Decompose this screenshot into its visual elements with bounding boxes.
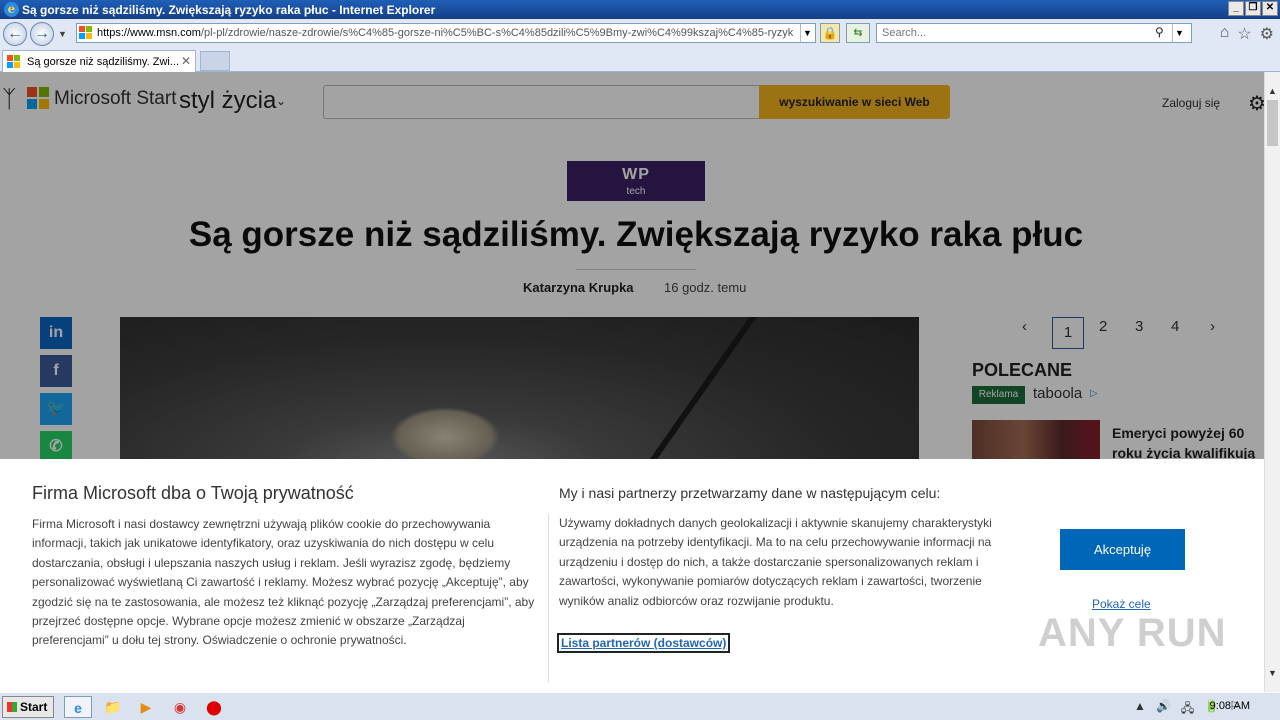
clock[interactable]: 9:08 AM: [1210, 700, 1250, 712]
banner-divider: [548, 514, 549, 682]
forward-button[interactable]: →: [30, 21, 54, 46]
taskbar-media-player-icon[interactable]: ▶: [132, 696, 160, 718]
purpose-body: Używamy dokładnych danych geolokalizacji…: [559, 516, 992, 608]
search-dropdown-icon[interactable]: ▼: [1172, 24, 1186, 42]
partners-list-link[interactable]: Lista partnerów (dostawców): [557, 633, 731, 653]
taskbar-stop-icon[interactable]: ⬤: [200, 696, 228, 718]
minimize-button[interactable]: _: [1228, 1, 1244, 16]
scroll-down-icon[interactable]: ▼: [1268, 668, 1277, 678]
taskbar-explorer-icon[interactable]: 📁: [99, 696, 127, 718]
close-window-button[interactable]: ✕: [1262, 1, 1278, 16]
network-icon[interactable]: 🖧: [1181, 699, 1194, 720]
modal-overlay: [0, 72, 1264, 459]
accept-button[interactable]: Akceptuję: [1060, 529, 1185, 570]
tab-title: Są gorsze niż sądziliśmy. Zwi...: [27, 55, 180, 68]
url-path: /pl-pl/zdrowie/nasze-zdrowie/s%C4%85-gor…: [200, 27, 794, 39]
tools-gear-icon[interactable]: ⚙: [1260, 24, 1274, 44]
browser-search-input[interactable]: [876, 23, 1192, 43]
tab-bar: Są gorsze niż sądziliśmy. Zwi... ✕: [0, 48, 1280, 72]
url-host: https://www.msn.com: [97, 27, 201, 39]
tab-active[interactable]: Są gorsze niż sądziliśmy. Zwi... ✕: [2, 50, 196, 72]
taskbar-ie-icon[interactable]: e: [64, 696, 92, 718]
tab-favicon-icon: [7, 54, 21, 69]
address-bar[interactable]: https://www.msn.com/pl-pl/zdrowie/nasze-…: [76, 23, 816, 43]
privacy-banner: Firma Microsoft dba o Twoją prywatność F…: [0, 459, 1264, 692]
restore-button[interactable]: ❐: [1245, 1, 1261, 16]
start-button[interactable]: Start: [2, 696, 54, 718]
close-tab-icon[interactable]: ✕: [181, 54, 191, 68]
internet-explorer-icon: e: [4, 2, 19, 17]
tray-expand-icon[interactable]: ▲: [1134, 699, 1146, 720]
page-viewport: ᛉ Microsoft Start styl życia ⌄ wyszukiwa…: [0, 72, 1264, 692]
taskbar-chrome-icon[interactable]: ◉: [166, 696, 194, 718]
taskbar: Start e 📁 ▶ ◉ ⬤ ▲ 🔊 🖧 🔋 ⚐ 9:08 AM: [0, 692, 1280, 720]
page-scrollbar[interactable]: ▲ ▼: [1264, 72, 1280, 692]
back-button[interactable]: ←: [3, 21, 27, 46]
purpose-title: My i nasi partnerzy przetwarzamy dane w …: [559, 485, 941, 501]
home-icon[interactable]: ⌂: [1220, 24, 1230, 44]
windows-flag-icon: [7, 702, 17, 712]
history-dropdown-icon[interactable]: ▼: [58, 29, 67, 39]
window-title: Są gorsze niż sądziliśmy. Zwiększają ryz…: [22, 2, 436, 17]
start-label: Start: [20, 700, 48, 714]
site-favicon-icon: [79, 26, 93, 40]
address-dropdown-icon[interactable]: ▼: [800, 24, 814, 42]
window-titlebar: e Są gorsze niż sądziliśmy. Zwiększają r…: [0, 0, 1280, 19]
refresh-button[interactable]: ⇆: [846, 23, 870, 43]
scroll-up-icon[interactable]: ▲: [1268, 86, 1277, 96]
new-tab-button[interactable]: [200, 51, 230, 71]
navigation-bar: ← → ▼ https://www.msn.com/pl-pl/zdrowie/…: [0, 19, 1280, 48]
favorites-star-icon[interactable]: ☆: [1237, 24, 1251, 44]
lock-icon[interactable]: 🔒: [820, 23, 840, 43]
search-icon[interactable]: ⚲: [1155, 25, 1164, 39]
privacy-body: Firma Microsoft i nasi dostawcy zewnętrz…: [32, 517, 535, 648]
scroll-thumb[interactable]: [1267, 100, 1278, 146]
volume-icon[interactable]: 🔊: [1156, 699, 1171, 720]
anyrun-watermark: ANY RUN: [1038, 611, 1227, 655]
privacy-title: Firma Microsoft dba o Twoją prywatność: [32, 483, 354, 503]
show-purposes-link[interactable]: Pokaż cele: [1092, 597, 1151, 611]
